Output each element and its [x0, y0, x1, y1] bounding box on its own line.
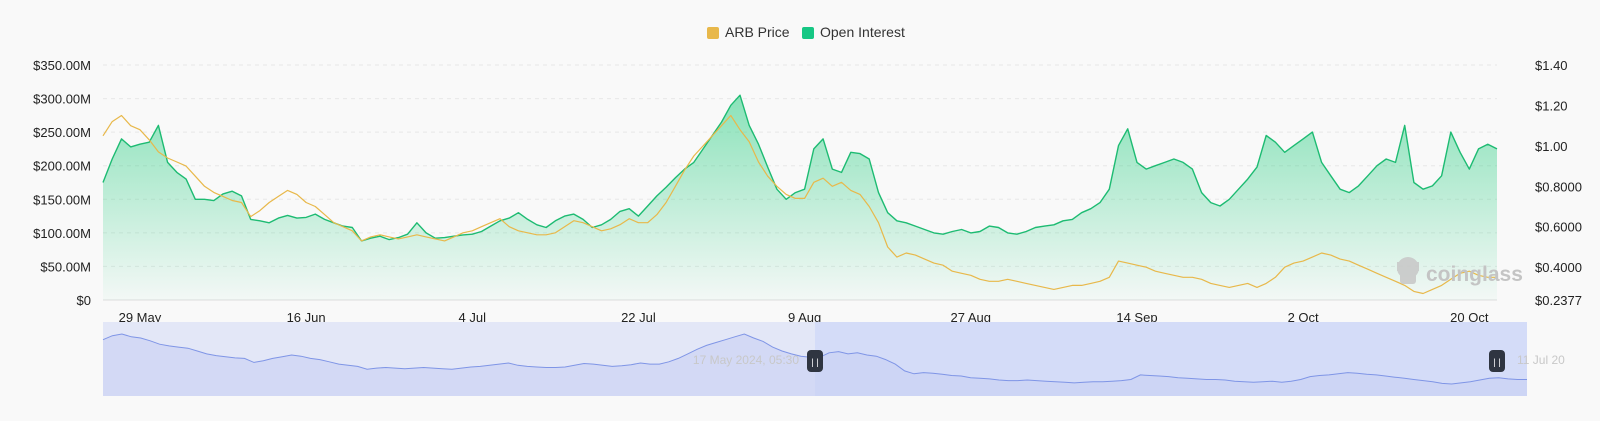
left-axis-tick-label: $250.00M [33, 125, 91, 140]
legend-swatch-open-interest[interactable] [802, 27, 814, 39]
open-interest-area [103, 95, 1497, 300]
legend-label-open-interest[interactable]: Open Interest [820, 24, 905, 40]
legend-swatch-arb-price[interactable] [707, 27, 719, 39]
right-axis-tick-label: $0.6000 [1535, 220, 1582, 235]
right-axis: $0.2377 $0.4000 $0.6000 $0.8000 $1.00 $1.20 $1… [1535, 58, 1582, 308]
left-axis-tick-label: $50.00M [40, 259, 91, 274]
navigator-end-date: 11 Jul 20 [1517, 353, 1565, 367]
right-axis-tick-label: $0.2377 [1535, 293, 1582, 308]
left-axis-tick-label: $150.00M [33, 192, 91, 207]
right-axis-tick-label: $1.20 [1535, 98, 1568, 113]
range-navigator[interactable]: 17 May 2024, 05:30 | | | | 11 Jul 20 [102, 322, 1565, 396]
right-axis-tick-label: $1.40 [1535, 58, 1568, 73]
left-axis-tick-label: $200.00M [33, 159, 91, 174]
legend[interactable]: ARB Price Open Interest [707, 24, 905, 40]
pause-grip-icon: | | [811, 357, 818, 367]
left-axis-tick-label: $100.00M [33, 226, 91, 241]
chart-svg: ARB Price Open Interest $0 $50.00M $100.00… [33, 24, 1582, 396]
right-axis-tick-label: $0.8000 [1535, 179, 1582, 194]
navigator-start-date: 17 May 2024, 05:30 [693, 353, 799, 367]
right-axis-tick-label: $0.4000 [1535, 260, 1582, 275]
legend-label-arb-price[interactable]: ARB Price [725, 24, 790, 40]
navigator-right-handle[interactable]: | | [1489, 350, 1505, 372]
right-axis-tick-label: $1.00 [1535, 139, 1568, 154]
series-layer[interactable] [102, 94, 1498, 300]
left-axis-tick-label: $300.00M [33, 92, 91, 107]
coinglass-logo-icon [1397, 257, 1419, 284]
left-axis-tick-label: $350.00M [33, 58, 91, 73]
left-axis: $0 $50.00M $100.00M $150.00M $200.00M $250.00… [33, 58, 91, 308]
watermark-text: coinglass [1426, 263, 1523, 286]
pause-grip-icon: | | [1493, 357, 1500, 367]
chart-root: ARB Price Open Interest $0 $50.00M $100.00… [0, 0, 1600, 416]
navigator-left-handle[interactable]: | | [807, 350, 823, 372]
left-axis-tick-label: $0 [77, 293, 91, 308]
